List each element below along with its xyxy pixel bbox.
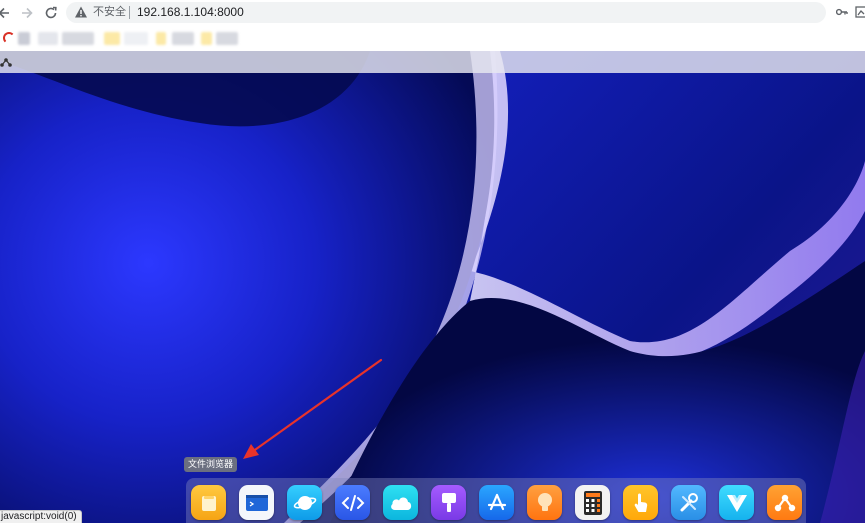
bulb-icon xyxy=(537,492,552,511)
dock-app-tools[interactable] xyxy=(671,485,706,520)
wrench-icon xyxy=(680,492,698,511)
vue-icon xyxy=(726,494,747,512)
security-label[interactable]: 不安全 xyxy=(93,5,126,20)
reload-icon xyxy=(45,6,57,19)
warning-icon[interactable] xyxy=(74,5,88,19)
dock-app-ideas[interactable] xyxy=(527,485,562,520)
calculator-icon xyxy=(583,490,602,515)
dock xyxy=(186,478,806,523)
bookmark-item[interactable] xyxy=(104,32,120,45)
bookmark-item[interactable] xyxy=(201,32,212,45)
forward-button[interactable] xyxy=(17,3,37,23)
bookmark-item[interactable] xyxy=(172,32,194,45)
nodes-icon xyxy=(774,494,795,511)
back-icon xyxy=(0,7,9,19)
dock-app-touch[interactable] xyxy=(623,485,658,520)
bookmarks-bar xyxy=(0,26,865,51)
cloud-icon xyxy=(390,496,411,510)
dock-app-network[interactable] xyxy=(767,485,802,520)
dock-app-markdown[interactable] xyxy=(431,485,466,520)
dock-app-calculator[interactable] xyxy=(575,485,610,520)
desktop-top-bar xyxy=(0,51,865,73)
bookmark-item[interactable] xyxy=(18,32,30,45)
bookmark-item[interactable] xyxy=(124,32,148,45)
reload-button[interactable] xyxy=(41,3,61,23)
dock-app-vue[interactable] xyxy=(719,485,754,520)
address-bar[interactable]: 不安全 192.168.1.104:8000 xyxy=(66,2,848,23)
hand-icon xyxy=(634,493,647,512)
dock-tooltip: 文件浏览器 xyxy=(184,457,238,472)
bookmark-item[interactable] xyxy=(38,32,58,45)
key-icon[interactable] xyxy=(836,7,848,17)
dock-app-app-store[interactable] xyxy=(479,485,514,520)
dock-app-terminal[interactable] xyxy=(239,485,274,520)
loading-icon xyxy=(3,32,15,44)
folder-icon xyxy=(201,495,216,511)
brush-icon xyxy=(441,492,456,512)
address-divider xyxy=(129,6,130,19)
dock-app-file-browser[interactable] xyxy=(191,485,226,520)
web-desktop[interactable]: 文件浏览器 xyxy=(0,51,865,523)
terminal-icon xyxy=(245,494,268,511)
app-menu-icon[interactable] xyxy=(0,56,12,68)
extension-icon[interactable] xyxy=(855,6,865,18)
back-button[interactable] xyxy=(0,3,14,23)
dock-app-cloud[interactable] xyxy=(383,485,418,520)
forward-icon xyxy=(22,7,33,19)
url-text[interactable]: 192.168.1.104:8000 xyxy=(137,5,244,20)
browser-toolbar: 不安全 192.168.1.104:8000 xyxy=(0,0,865,26)
bookmark-item[interactable] xyxy=(216,32,238,45)
bookmark-item[interactable] xyxy=(62,32,94,45)
dock-app-code-editor[interactable] xyxy=(335,485,370,520)
wallpaper xyxy=(0,51,865,523)
link-status-bar: javascript:void(0) xyxy=(0,510,82,523)
planet-icon xyxy=(293,495,316,510)
dock-app-browser[interactable] xyxy=(287,485,322,520)
code-icon xyxy=(341,494,364,511)
app-store-icon xyxy=(487,493,506,510)
bookmark-item[interactable] xyxy=(156,32,166,45)
